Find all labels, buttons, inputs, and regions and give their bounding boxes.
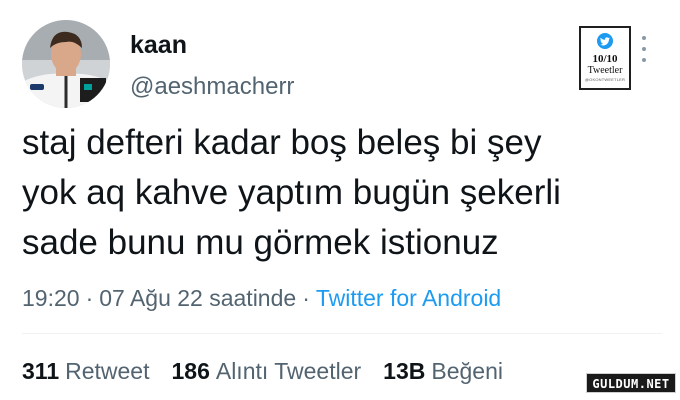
dot [642, 58, 646, 62]
tweet-time[interactable]: 19:20 [22, 285, 80, 311]
likes-stat[interactable]: 13B Beğeni [383, 358, 503, 384]
user-handle[interactable]: @aeshmacherr [130, 72, 294, 102]
meta-separator: · [302, 285, 310, 311]
twitter-bird-icon [597, 33, 613, 49]
avatar-photo [22, 20, 110, 108]
quotes-stat[interactable]: 186 Alıntı Tweetler [171, 358, 361, 384]
likes-count: 13B [383, 358, 426, 384]
divider [22, 333, 662, 334]
dot [642, 47, 646, 51]
retweets-stat[interactable]: 311 Retweet [22, 358, 149, 384]
tweet-text: staj defteri kadar boş beleş bi şey yok … [22, 118, 662, 268]
badge-small-text: @OKONTWEETLER [584, 77, 626, 82]
meta-separator: · [85, 285, 94, 311]
tweet-text-line: sade bunu mu görmek istionuz [22, 223, 499, 262]
top-tweets-badge: 10/10 Tweetler @OKONTWEETLER [579, 26, 631, 90]
avatar[interactable] [22, 20, 110, 108]
badge-label: Tweetler [587, 65, 623, 76]
dot [642, 36, 646, 40]
badge-score: 10/10 [592, 53, 618, 65]
tweet-date[interactable]: 07 Ağu 22 saatinde [99, 285, 296, 311]
tweet-text-line: yok aq kahve yaptım bugün şekerli [22, 173, 561, 212]
retweets-count: 311 [22, 358, 60, 384]
tweet-text-line: staj defteri kadar boş beleş bi şey [22, 123, 542, 162]
site-watermark: GULDUM.NET [586, 373, 676, 393]
tweet-source-link[interactable]: Twitter for Android [316, 285, 501, 311]
tweet-stats: 311 Retweet 186 Alıntı Tweetler 13B Beğeni [22, 356, 503, 386]
tweet-meta: 19:20 · 07 Ağu 22 saatinde · Twitter for And… [22, 283, 501, 313]
retweets-label: Retweet [65, 358, 150, 384]
quotes-count: 186 [171, 358, 210, 384]
quotes-label: Alıntı Tweetler [215, 358, 362, 384]
tweet-card: kaan @aeshmacherr 10/10 Tweetler @OKONTW… [0, 0, 680, 400]
likes-label: Beğeni [431, 358, 503, 384]
display-name[interactable]: kaan [130, 30, 187, 60]
more-options-icon[interactable] [640, 36, 648, 62]
